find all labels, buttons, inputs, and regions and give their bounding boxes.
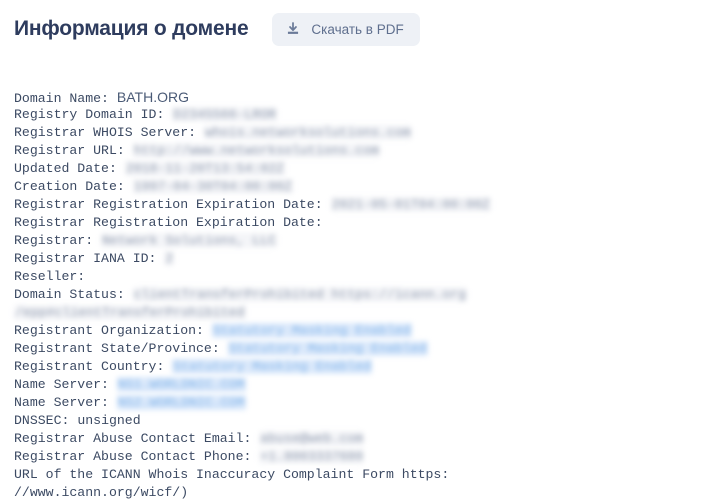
whois-label: Registrar WHOIS Server: (14, 125, 197, 140)
whois-line: Registrar IANA ID: 2 (14, 250, 695, 268)
whois-value-redacted: Network Solutions, LLC (101, 233, 278, 248)
whois-label: URL of the ICANN Whois Inaccuracy Compla… (14, 467, 450, 482)
whois-line: Registrar Registration Expiration Date: … (14, 196, 695, 214)
download-pdf-button[interactable]: Скачать в PDF (272, 12, 420, 46)
download-icon (286, 22, 300, 36)
whois-label: Registrar URL: (14, 143, 125, 158)
whois-line: Registry Domain ID: D2345566-LROR (14, 106, 695, 124)
whois-label: Registrar IANA ID: (14, 251, 157, 266)
whois-value-redacted: 1997-04-30T04:00:00Z (132, 179, 293, 194)
whois-value-redacted: D2345566-LROR (172, 107, 278, 122)
whois-value-redacted: 2018-11-20T13:54:02Z (124, 161, 286, 176)
whois-line: Registrant Country: Statutory Masking En… (14, 358, 695, 376)
whois-label: Name Server: (14, 395, 109, 410)
whois-value-domain-name: BATH.ORG (116, 89, 189, 105)
whois-value: unsigned (77, 413, 141, 428)
whois-label: Registrar: (14, 233, 94, 248)
whois-value-redacted: +1.8003337680 (259, 449, 365, 464)
whois-value-redacted: whois.networksolutions.com (203, 125, 412, 140)
whois-line: Reseller: (14, 268, 695, 286)
whois-value-redacted[interactable]: NS1.WORLDNIC.COM (116, 377, 246, 392)
whois-line: Creation Date: 1997-04-30T04:00:00Z (14, 178, 695, 196)
whois-label: Registrant Country: (14, 359, 165, 374)
whois-line: /epp#clientTransferProhibited (14, 304, 695, 322)
whois-label: Reseller: (14, 269, 86, 284)
whois-value-redacted: clientTransferProhibited https://icann.o… (132, 287, 468, 302)
whois-line: Registrar Registration Expiration Date: (14, 214, 695, 232)
whois-value-redacted: 2021-05-01T04:00:00Z (330, 197, 491, 212)
whois-line: Registrar Abuse Contact Email: abuse@web… (14, 430, 695, 448)
whois-value-redacted: http://www.networksolutions.com (132, 143, 381, 158)
whois-label: DNSSEC: (14, 413, 70, 428)
whois-line: DNSSEC: unsigned (14, 412, 695, 430)
whois-line: Name Server: NS2.WORLDNIC.COM (14, 394, 695, 412)
whois-line: URL of the ICANN Whois Inaccuracy Compla… (14, 466, 695, 484)
whois-label: Registrar Abuse Contact Email: (14, 431, 252, 446)
whois-line: Registrar Abuse Contact Phone: +1.800333… (14, 448, 695, 466)
whois-line: Registrant Organization: Statutory Maski… (14, 322, 695, 340)
whois-label: Creation Date: (14, 179, 125, 194)
domain-info-page: Информация о домене Скачать в PDF Domain… (0, 0, 701, 503)
whois-line: Name Server: NS1.WORLDNIC.COM (14, 376, 695, 394)
whois-value-redacted[interactable]: Statutory Masking Enabled (227, 341, 428, 356)
whois-value-redacted[interactable]: Statutory Masking Enabled (211, 323, 412, 338)
whois-text-block: Domain Name: BATH.ORG Registry Domain ID:… (14, 88, 695, 502)
page-title: Информация о домене (14, 17, 249, 40)
whois-label: Domain Name: (14, 91, 109, 106)
whois-value-redacted[interactable]: NS2.WORLDNIC.COM (116, 395, 246, 410)
whois-value-redacted[interactable]: Statutory Masking Enabled (172, 359, 373, 374)
whois-line: Registrant State/Province: Statutory Mas… (14, 340, 695, 358)
whois-label: Registrar Registration Expiration Date: (14, 215, 323, 230)
whois-line: Domain Name: BATH.ORG (14, 88, 695, 106)
whois-line: //www.icann.org/wicf/) (14, 484, 695, 502)
whois-label: //www.icann.org/wicf/) (14, 485, 189, 500)
whois-line: Domain Status: clientTransferProhibited … (14, 286, 695, 304)
whois-label: Domain Status: (14, 287, 125, 302)
whois-label: Registrar Registration Expiration Date: (14, 197, 323, 212)
page-header: Информация о домене Скачать в PDF (0, 0, 701, 46)
whois-line: Registrar WHOIS Server: whois.networksol… (14, 124, 695, 142)
whois-line: Registrar URL: http://www.networksolutio… (14, 142, 695, 160)
whois-line: Updated Date: 2018-11-20T13:54:02Z (14, 160, 695, 178)
download-pdf-label: Скачать в PDF (311, 21, 404, 37)
whois-label: Registrant State/Province: (14, 341, 220, 356)
whois-value-redacted: abuse@web.com (259, 431, 365, 446)
whois-label: Registrar Abuse Contact Phone: (14, 449, 252, 464)
whois-value-redacted: /epp#clientTransferProhibited (14, 305, 246, 320)
whois-label: Name Server: (14, 377, 109, 392)
whois-line: Registrar: Network Solutions, LLC (14, 232, 695, 250)
whois-label: Updated Date: (14, 161, 117, 176)
whois-label: Registrant Organization: (14, 323, 204, 338)
whois-value-redacted: 2 (164, 251, 175, 266)
whois-label: Registry Domain ID: (14, 107, 165, 122)
